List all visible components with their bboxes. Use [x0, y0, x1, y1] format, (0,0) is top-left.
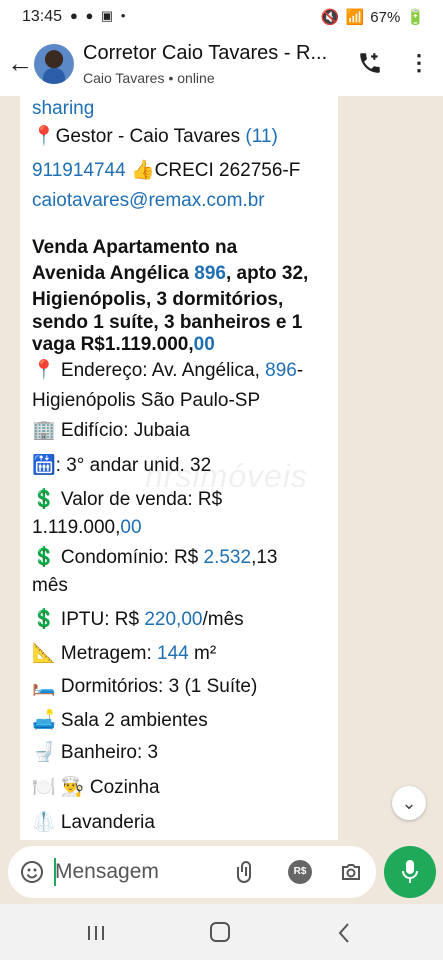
message-line: 📍Gestor - Caio Tavares (11): [32, 124, 278, 150]
message-text: 💲 Condomínio: R$: [32, 547, 204, 568]
message-line: sharing: [32, 96, 94, 122]
message-line: 🛏️ Dormitórios: 3 (1 Suíte): [32, 674, 257, 700]
add-call-icon[interactable]: [357, 50, 383, 76]
avatar[interactable]: [34, 44, 74, 84]
message-line: 📍 Endereço: Av. Angélica, 896-: [32, 358, 303, 384]
message-link[interactable]: 896: [265, 360, 297, 381]
message-text: Higienópolis São Paulo-SP: [32, 390, 261, 411]
message-line: 🥼 Lavanderia: [32, 810, 155, 836]
wifi-icon: 📶: [345, 9, 365, 26]
message-line: 💲 IPTU: R$ 220,00/mês: [32, 607, 244, 633]
message-text: Venda Apartamento na: [32, 237, 238, 258]
contact-status: online: [177, 70, 215, 86]
message-link[interactable]: 144: [157, 643, 189, 664]
message-text: sendo 1 suíte, 3 banheiros e 1: [32, 312, 303, 333]
message-line: 🍽️ 👨‍🍳 Cozinha: [32, 775, 160, 801]
message-line: vaga R$1.119.000,00: [32, 332, 215, 358]
message-composer: Mensagem R$: [8, 846, 376, 898]
nav-back-icon[interactable]: [336, 922, 352, 944]
scroll-down-button[interactable]: ⌄: [392, 786, 426, 820]
message-text: ,13: [251, 547, 278, 568]
chat-subtitle: Caio Tavares • online: [83, 70, 215, 86]
notification-icons: ● ● ▣ •: [70, 8, 128, 23]
message-line: 🚽 Banheiro: 3: [32, 740, 158, 766]
message-text: 💲 IPTU: R$: [32, 609, 145, 630]
message-text: 🚽 Banheiro: 3: [32, 742, 159, 763]
payment-icon[interactable]: R$: [288, 860, 312, 884]
message-line: Avenida Angélica 896, apto 32,: [32, 261, 308, 287]
message-line: caiotavares@remax.com.br: [32, 188, 265, 214]
message-text: , apto 32,: [225, 263, 309, 284]
message-link[interactable]: 220,00: [144, 609, 202, 630]
status-bar: 13:45 ● ● ▣ • 🔇 📶 67% 🔋: [0, 0, 443, 34]
message-line: 1.119.000,00: [32, 515, 142, 541]
system-icons: 🔇 📶 67% 🔋: [320, 8, 425, 27]
message-text: -: [296, 360, 304, 381]
message-link[interactable]: 00: [120, 517, 141, 538]
back-arrow-icon[interactable]: ←: [6, 48, 34, 78]
message-text: 🛏️ Dormitórios: 3 (1 Suíte): [32, 676, 258, 697]
recent-apps-icon[interactable]: [86, 924, 106, 942]
message-line: Venda Apartamento na: [32, 235, 237, 261]
attach-icon[interactable]: [234, 858, 258, 886]
message-link[interactable]: 2.532: [204, 547, 252, 568]
mute-icon: 🔇: [320, 9, 340, 26]
message-text: 📐 Metragem:: [32, 643, 158, 664]
message-line: 911914744 👍CRECI 262756-F: [32, 158, 300, 184]
more-options-icon[interactable]: ⋮: [408, 52, 430, 78]
message-link[interactable]: (11): [245, 126, 277, 147]
message-line: mês: [32, 573, 68, 599]
status-time: 13:45: [22, 8, 63, 25]
message-text: mês: [32, 575, 68, 596]
message-link[interactable]: 00: [194, 334, 215, 355]
message-text: 🍽️ 👨‍🍳 Cozinha: [32, 777, 160, 798]
message-link[interactable]: sharing: [32, 98, 94, 119]
message-text: 🏢 Edifício: Jubaia: [32, 420, 190, 441]
message-text: /mês: [202, 609, 244, 630]
message-line: 💲 Condomínio: R$ 2.532,13: [32, 545, 277, 571]
message-text: 👍CRECI 262756-F: [125, 160, 301, 181]
message-text: 1.119.000,: [32, 517, 121, 538]
chat-header: ← Corretor Caio Tavares - R... Caio Tava…: [0, 34, 443, 96]
message-text: 📍 Endereço: Av. Angélica,: [32, 360, 266, 381]
message-link[interactable]: 896: [194, 263, 226, 284]
contact-name: Caio Tavares: [83, 70, 165, 86]
system-nav-bar: [0, 904, 443, 960]
message-text: 🛋️ Sala 2 ambientes: [32, 710, 208, 731]
message-link[interactable]: caiotavares@remax.com.br: [32, 190, 265, 211]
battery-percent: 67%: [370, 8, 401, 26]
battery-icon: 🔋: [406, 9, 425, 26]
microphone-icon: [402, 860, 418, 883]
message-line: 📐 Metragem: 144 m²: [32, 641, 216, 667]
message-line: 🏢 Edifício: Jubaia: [32, 418, 190, 444]
message-text: 📍Gestor - Caio Tavares: [32, 126, 246, 147]
message-line: 🛋️ Sala 2 ambientes: [32, 708, 208, 734]
chat-area: sharing 📍Gestor - Caio Tavares (11) 911914…: [0, 96, 443, 840]
message-input[interactable]: Mensagem: [55, 858, 225, 886]
message-text: Higienópolis, 3 dormitórios,: [32, 289, 284, 310]
emoji-icon[interactable]: [20, 860, 44, 884]
message-text: m²: [188, 643, 217, 664]
watermark: hrsimóveis: [145, 458, 308, 494]
message-text: vaga R$1.119.000,: [32, 334, 194, 355]
message-text: Avenida Angélica: [32, 263, 195, 284]
message-line: Higienópolis São Paulo-SP: [32, 388, 260, 414]
microphone-button[interactable]: [384, 846, 436, 898]
message-text: 🥼 Lavanderia: [32, 812, 155, 833]
camera-icon[interactable]: [338, 860, 364, 884]
chat-title[interactable]: Corretor Caio Tavares - R...: [83, 42, 345, 65]
home-icon[interactable]: [210, 922, 230, 942]
message-link[interactable]: 911914744: [32, 160, 126, 181]
